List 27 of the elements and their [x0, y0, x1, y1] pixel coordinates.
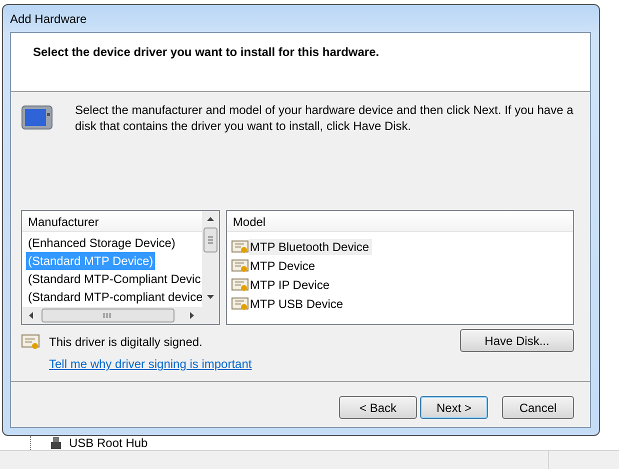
- certificate-icon: [230, 258, 249, 274]
- signature-status: This driver is digitally signed.: [49, 334, 202, 350]
- instruction-text: Select the manufacturer and model of your hardware device and then click Next. If you have a disk that contains the driver you want to install, click Have Disk.: [75, 102, 574, 134]
- certificate-icon: [230, 238, 249, 254]
- model-item[interactable]: MTP IP Device: [248, 276, 332, 292]
- model-item[interactable]: MTP Bluetooth Device: [248, 238, 372, 254]
- model-item[interactable]: MTP USB Device: [248, 296, 346, 312]
- manufacturer-list[interactable]: Manufacturer (Enhanced Storage Device) (Standard MTP Device) (Standard MTP-Compliant Devic (Standard MTP-compliant device: [21, 210, 220, 325]
- header-title: Select the device driver you want to install for this hardware.: [33, 45, 380, 59]
- manufacturer-item[interactable]: (Enhanced Storage Device): [26, 234, 178, 252]
- model-list[interactable]: Model MTP Bluetooth Device MTP Device MTP IP Device MTP USB Device: [226, 210, 574, 325]
- certificate-icon: [21, 333, 41, 351]
- have-disk-button[interactable]: Have Disk...: [460, 329, 574, 352]
- tree-item[interactable]: USB Root Hub: [69, 436, 148, 450]
- manufacturer-item[interactable]: (Standard MTP-compliant device: [26, 288, 202, 306]
- dialog-button[interactable]: Cancel: [502, 396, 574, 419]
- dialog-button[interactable]: Next >: [420, 396, 488, 419]
- certificate-icon: [230, 296, 249, 312]
- model-item[interactable]: MTP Device: [248, 258, 318, 274]
- horizontal-scrollbar[interactable]: [22, 307, 219, 324]
- usb-plug-icon: [49, 436, 63, 450]
- window-title: Add Hardware: [10, 12, 87, 26]
- driver-signing-link[interactable]: Tell me why driver signing is important: [49, 357, 252, 371]
- vertical-scrollbar[interactable]: [202, 211, 219, 307]
- dialog-button[interactable]: < Back: [339, 396, 417, 419]
- certificate-icon: [230, 276, 249, 292]
- manufacturer-item[interactable]: (Standard MTP-Compliant Devic: [26, 270, 202, 288]
